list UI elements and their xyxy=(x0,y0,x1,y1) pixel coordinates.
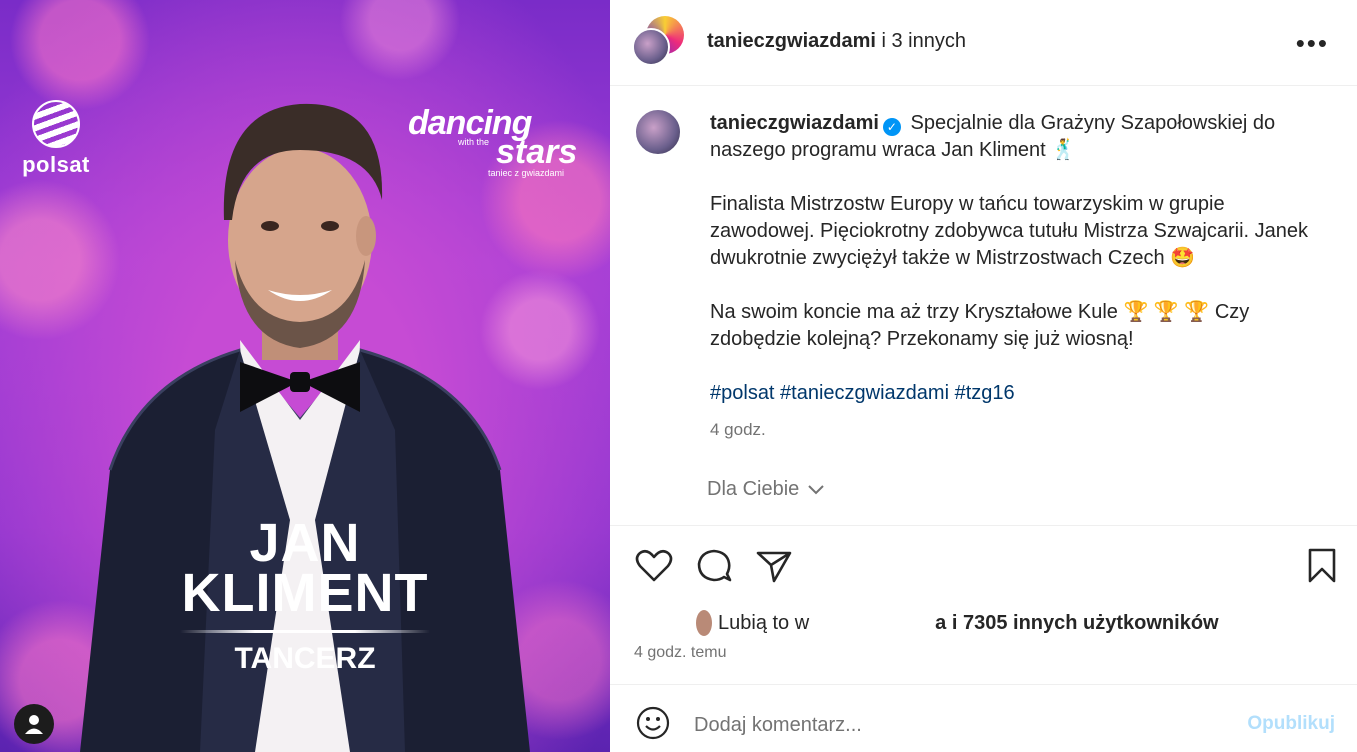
post-image[interactable]: polsat dancing with the stars taniec z g… xyxy=(0,0,610,752)
post-header: tanieczgwiazdami i 3 innych ••• xyxy=(610,0,1357,86)
emoji-icon[interactable] xyxy=(636,706,670,740)
caption: tanieczgwiazdami ✓ Specjalnie dla Grażyny… xyxy=(610,86,1357,526)
avatar[interactable] xyxy=(632,28,670,66)
dancer-role: TANCERZ xyxy=(234,642,376,675)
caption-text: tanieczgwiazdami ✓ Specjalnie dla Grażyny… xyxy=(710,110,1310,407)
caption-avatar[interactable] xyxy=(634,108,682,156)
post-time[interactable]: 4 godz. temu xyxy=(634,644,727,662)
more-dots-icon[interactable]: ••• xyxy=(1296,28,1329,59)
heart-icon[interactable] xyxy=(634,546,674,586)
chevron-down-icon xyxy=(808,484,824,494)
hashtags[interactable]: #polsat #tanieczgwiazdami #tzg16 xyxy=(710,380,1310,407)
share-icon[interactable] xyxy=(754,546,794,586)
user-icon[interactable] xyxy=(14,704,54,744)
caption-username[interactable]: tanieczgwiazdami xyxy=(710,112,879,134)
divider xyxy=(180,630,430,633)
caption-time: 4 godz. xyxy=(710,420,766,439)
likes-summary[interactable]: Lubią to wa i 7305 innych użytkowników xyxy=(634,610,1219,636)
avatar xyxy=(696,610,712,636)
divider xyxy=(610,525,1357,526)
dancer-portrait xyxy=(80,103,530,752)
header-username[interactable]: tanieczgwiazdami i 3 innych xyxy=(707,30,966,53)
post-comment-button[interactable]: Opublikuj xyxy=(1247,713,1335,735)
bookmark-icon[interactable] xyxy=(1302,546,1342,586)
comment-icon[interactable] xyxy=(694,546,734,586)
for-you-dropdown[interactable]: Dla Ciebie xyxy=(707,478,825,501)
divider xyxy=(610,684,1357,685)
post-sidebar: tanieczgwiazdami i 3 innych ••• tanieczg… xyxy=(610,0,1357,752)
dancer-last-name: KLIMENT xyxy=(181,563,429,623)
verified-icon: ✓ xyxy=(882,118,901,136)
comment-input[interactable] xyxy=(694,708,1234,742)
